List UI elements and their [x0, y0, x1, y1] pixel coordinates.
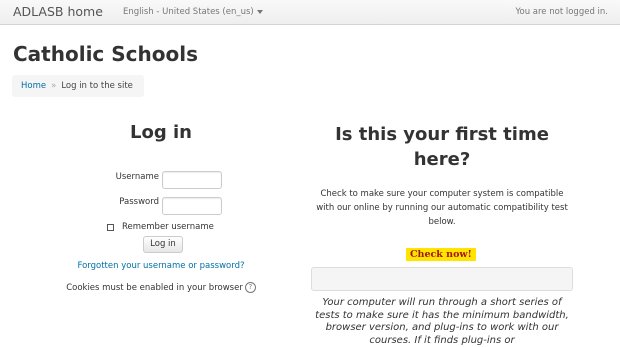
compatibility-description: Check to make sure your computer system … [316, 189, 568, 227]
language-label: English - United States (en_us) [123, 7, 254, 17]
cookies-notice: Cookies must be enabled in your browser? [0, 282, 322, 293]
login-button[interactable]: Log in [143, 236, 183, 253]
caret-down-icon [256, 9, 263, 14]
username-label: Username [115, 172, 159, 182]
question-circle-icon[interactable]: ? [244, 282, 256, 293]
breadcrumb: Home » Log in to the site [12, 75, 144, 97]
remember-username-checkbox[interactable] [107, 224, 114, 231]
top-navbar: ADLASB home English - United States (en_… [0, 0, 620, 25]
check-now-button[interactable]: Check now! [406, 248, 476, 261]
language-menu[interactable]: English - United States (en_us) [123, 7, 263, 17]
page-title: Catholic Schools [13, 42, 198, 66]
username-input[interactable] [162, 171, 222, 189]
breadcrumb-separator: » [51, 81, 57, 91]
password-input[interactable] [162, 197, 222, 215]
password-label: Password [119, 197, 159, 207]
compatibility-result-box [311, 267, 573, 291]
login-status: You are not logged in. [515, 7, 608, 17]
breadcrumb-home-link[interactable]: Home [21, 81, 46, 91]
breadcrumb-current: Log in to the site [61, 81, 133, 91]
compatibility-details-text: Your computer will run through a short s… [315, 297, 569, 346]
site-home-link[interactable]: ADLASB home [13, 4, 103, 19]
cookies-text: Cookies must be enabled in your browser [66, 283, 243, 293]
login-heading: Log in [130, 122, 192, 143]
forgot-password-link[interactable]: Forgotten your username or password? [0, 261, 322, 271]
first-time-heading: Is this your first time here? [335, 124, 549, 170]
remember-username-label: Remember username [122, 222, 214, 232]
